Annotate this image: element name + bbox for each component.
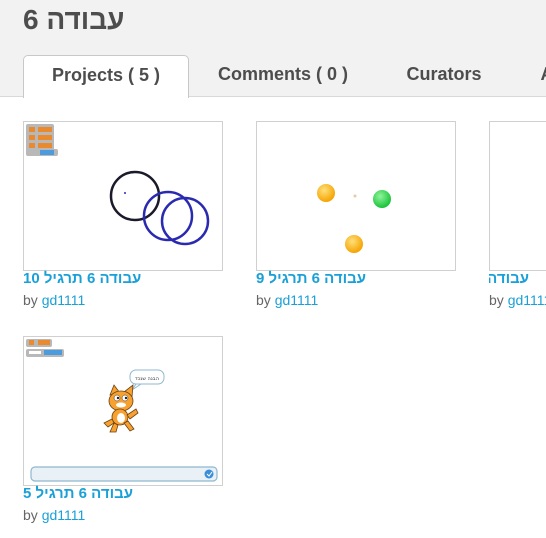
tab-curators[interactable]: Curators [388, 55, 500, 96]
project-byline: by gd1111 [23, 507, 85, 523]
tab-comments[interactable]: Comments ( 0 ) [198, 55, 368, 96]
author-link[interactable]: gd1111 [508, 292, 546, 308]
project-thumbnail[interactable] [256, 121, 456, 271]
gallery-header: עבודה 6 Projects ( 5 ) Comments ( 0 ) Cu… [0, 0, 546, 98]
thumbnail-art-cat: הבנה שנכד [26, 339, 218, 482]
tab-projects[interactable]: Projects ( 5 ) [23, 55, 189, 98]
project-title[interactable]: עבודה 6 תרגיל 5 [23, 485, 133, 502]
thumbnail-art-balls [317, 184, 391, 253]
thumbnail-art-circles [26, 124, 210, 246]
author-link[interactable]: gd1111 [42, 507, 86, 523]
project-thumbnail[interactable]: הבנה שנכד [23, 336, 223, 486]
project-card: עבודה 6 תרגיל 7 by gd1111 [489, 121, 546, 321]
author-link[interactable]: gd1111 [275, 292, 319, 308]
author-link[interactable]: gd1111 [42, 292, 86, 308]
project-title[interactable]: עבודה 6 תרגיל 10 [23, 270, 141, 287]
project-byline: by gd1111 [23, 292, 85, 308]
project-thumbnail[interactable] [23, 121, 223, 271]
scratch-cat-icon [103, 384, 139, 433]
project-byline: by gd1111 [489, 292, 546, 308]
project-title[interactable]: עבודה 6 תרגיל 9 [256, 270, 366, 287]
gallery-title: עבודה 6 [23, 4, 125, 35]
by-label: by [23, 292, 38, 308]
project-title[interactable]: עבודה 6 תרגיל 7 [489, 270, 546, 287]
tab-activity[interactable]: A [532, 55, 546, 96]
project-thumbnail[interactable] [489, 121, 546, 271]
speech-text: הבנה שנכד [135, 376, 159, 382]
by-label: by [256, 292, 271, 308]
by-label: by [489, 292, 504, 308]
project-byline: by gd1111 [256, 292, 318, 308]
by-label: by [23, 507, 38, 523]
